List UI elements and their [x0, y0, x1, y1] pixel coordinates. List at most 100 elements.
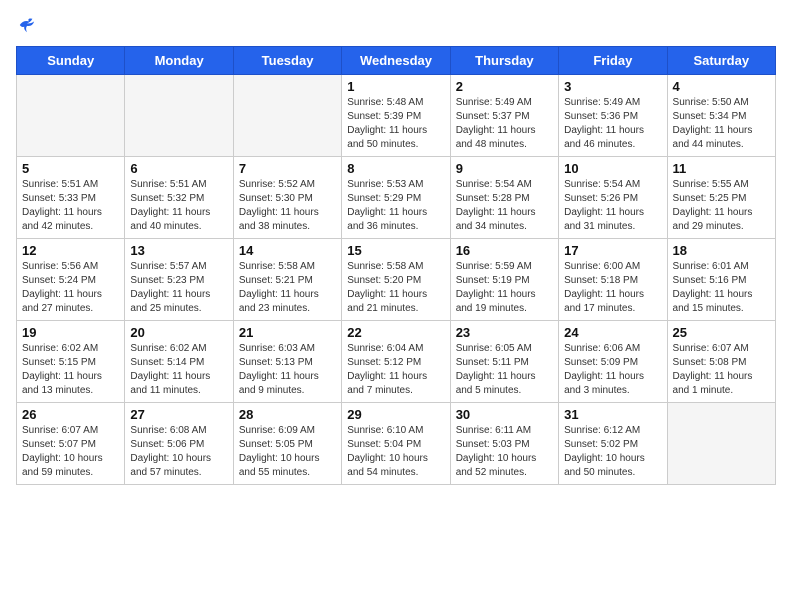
logo-bird-icon — [18, 16, 36, 34]
day-number: 1 — [347, 79, 444, 94]
calendar-cell: 12 Sunrise: 5:56 AM Sunset: 5:24 PM Dayli… — [17, 239, 125, 321]
day-info: Sunrise: 5:54 AM Sunset: 5:26 PM Dayligh… — [564, 178, 661, 234]
calendar-cell: 30Sunrise: 6:11 AM Sunset: 5:03 PM Dayli… — [450, 403, 558, 485]
day-info: Sunrise: 6:10 AM Sunset: 5:04 PM Dayligh… — [347, 424, 444, 480]
calendar-cell: 18 Sunrise: 6:01 AM Sunset: 5:16 PM Dayli… — [667, 239, 775, 321]
day-info: Sunrise: 5:50 AM Sunset: 5:34 PM Dayligh… — [673, 96, 770, 152]
day-number: 11 — [673, 161, 770, 176]
calendar-cell: 16 Sunrise: 5:59 AM Sunset: 5:19 PM Dayli… — [450, 239, 558, 321]
day-number: 16 — [456, 243, 553, 258]
calendar-week-row: 5 Sunrise: 5:51 AM Sunset: 5:33 PM Daylig… — [17, 157, 776, 239]
day-number: 19 — [22, 325, 119, 340]
day-info: Sunrise: 5:49 AM Sunset: 5:37 PM Dayligh… — [456, 96, 553, 152]
weekday-header-monday: Monday — [125, 47, 233, 75]
calendar-cell: 10Sunrise: 5:54 AM Sunset: 5:26 PM Dayli… — [559, 157, 667, 239]
day-info: Sunrise: 5:57 AM Sunset: 5:23 PM Dayligh… — [130, 260, 227, 316]
weekday-header-tuesday: Tuesday — [233, 47, 341, 75]
day-info: Sunrise: 6:00 AM Sunset: 5:18 PM Dayligh… — [564, 260, 661, 316]
day-number: 15 — [347, 243, 444, 258]
calendar-cell: 6 Sunrise: 5:51 AM Sunset: 5:32 PM Daylig… — [125, 157, 233, 239]
day-number: 8 — [347, 161, 444, 176]
day-info: Sunrise: 6:02 AM Sunset: 5:15 PM Dayligh… — [22, 342, 119, 398]
day-number: 13 — [130, 243, 227, 258]
day-number: 5 — [22, 161, 119, 176]
calendar-cell: 4 Sunrise: 5:50 AM Sunset: 5:34 PM Daylig… — [667, 75, 775, 157]
calendar-cell: 24 Sunrise: 6:06 AM Sunset: 5:09 PM Dayli… — [559, 321, 667, 403]
day-info: Sunrise: 5:53 AM Sunset: 5:29 PM Dayligh… — [347, 178, 444, 234]
calendar-cell — [667, 403, 775, 485]
day-number: 24 — [564, 325, 661, 340]
day-number: 12 — [22, 243, 119, 258]
calendar-week-row: 1 Sunrise: 5:48 AM Sunset: 5:39 PM Daylig… — [17, 75, 776, 157]
calendar-cell: 7 Sunrise: 5:52 AM Sunset: 5:30 PM Daylig… — [233, 157, 341, 239]
day-info: Sunrise: 5:56 AM Sunset: 5:24 PM Dayligh… — [22, 260, 119, 316]
day-number: 18 — [673, 243, 770, 258]
day-info: Sunrise: 6:06 AM Sunset: 5:09 PM Dayligh… — [564, 342, 661, 398]
day-info: Sunrise: 5:55 AM Sunset: 5:25 PM Dayligh… — [673, 178, 770, 234]
day-info: Sunrise: 6:02 AM Sunset: 5:14 PM Dayligh… — [130, 342, 227, 398]
calendar-cell — [233, 75, 341, 157]
calendar-cell: 20 Sunrise: 6:02 AM Sunset: 5:14 PM Dayli… — [125, 321, 233, 403]
weekday-header-thursday: Thursday — [450, 47, 558, 75]
day-info: Sunrise: 6:05 AM Sunset: 5:11 PM Dayligh… — [456, 342, 553, 398]
day-number: 14 — [239, 243, 336, 258]
calendar-cell: 23Sunrise: 6:05 AM Sunset: 5:11 PM Dayli… — [450, 321, 558, 403]
calendar-cell — [17, 75, 125, 157]
calendar-cell: 26 Sunrise: 6:07 AM Sunset: 5:07 PM Dayli… — [17, 403, 125, 485]
day-info: Sunrise: 5:54 AM Sunset: 5:28 PM Dayligh… — [456, 178, 553, 234]
calendar-cell: 31 Sunrise: 6:12 AM Sunset: 5:02 PM Dayli… — [559, 403, 667, 485]
calendar-cell: 2 Sunrise: 5:49 AM Sunset: 5:37 PM Daylig… — [450, 75, 558, 157]
day-number: 7 — [239, 161, 336, 176]
calendar-cell: 9 Sunrise: 5:54 AM Sunset: 5:28 PM Daylig… — [450, 157, 558, 239]
day-info: Sunrise: 6:11 AM Sunset: 5:03 PM Dayligh… — [456, 424, 553, 480]
day-number: 27 — [130, 407, 227, 422]
day-info: Sunrise: 5:59 AM Sunset: 5:19 PM Dayligh… — [456, 260, 553, 316]
day-number: 4 — [673, 79, 770, 94]
day-number: 6 — [130, 161, 227, 176]
calendar-cell: 25 Sunrise: 6:07 AM Sunset: 5:08 PM Dayli… — [667, 321, 775, 403]
calendar-cell: 13 Sunrise: 5:57 AM Sunset: 5:23 PM Dayli… — [125, 239, 233, 321]
day-number: 29 — [347, 407, 444, 422]
day-info: Sunrise: 5:58 AM Sunset: 5:20 PM Dayligh… — [347, 260, 444, 316]
calendar-cell: 19 Sunrise: 6:02 AM Sunset: 5:15 PM Dayli… — [17, 321, 125, 403]
calendar-cell: 28 Sunrise: 6:09 AM Sunset: 5:05 PM Dayli… — [233, 403, 341, 485]
day-info: Sunrise: 5:51 AM Sunset: 5:32 PM Dayligh… — [130, 178, 227, 234]
logo — [16, 16, 36, 34]
day-number: 28 — [239, 407, 336, 422]
day-info: Sunrise: 6:07 AM Sunset: 5:07 PM Dayligh… — [22, 424, 119, 480]
day-info: Sunrise: 6:04 AM Sunset: 5:12 PM Dayligh… — [347, 342, 444, 398]
calendar-cell — [125, 75, 233, 157]
weekday-header-saturday: Saturday — [667, 47, 775, 75]
calendar-week-row: 26 Sunrise: 6:07 AM Sunset: 5:07 PM Dayli… — [17, 403, 776, 485]
day-number: 17 — [564, 243, 661, 258]
day-info: Sunrise: 5:51 AM Sunset: 5:33 PM Dayligh… — [22, 178, 119, 234]
calendar-cell: 8 Sunrise: 5:53 AM Sunset: 5:29 PM Daylig… — [342, 157, 450, 239]
day-number: 2 — [456, 79, 553, 94]
day-number: 25 — [673, 325, 770, 340]
day-info: Sunrise: 6:12 AM Sunset: 5:02 PM Dayligh… — [564, 424, 661, 480]
day-info: Sunrise: 5:49 AM Sunset: 5:36 PM Dayligh… — [564, 96, 661, 152]
day-number: 31 — [564, 407, 661, 422]
calendar-week-row: 19 Sunrise: 6:02 AM Sunset: 5:15 PM Dayli… — [17, 321, 776, 403]
weekday-header-row: SundayMondayTuesdayWednesdayThursdayFrid… — [17, 47, 776, 75]
day-number: 3 — [564, 79, 661, 94]
calendar-cell: 5 Sunrise: 5:51 AM Sunset: 5:33 PM Daylig… — [17, 157, 125, 239]
day-info: Sunrise: 5:48 AM Sunset: 5:39 PM Dayligh… — [347, 96, 444, 152]
weekday-header-friday: Friday — [559, 47, 667, 75]
day-info: Sunrise: 6:08 AM Sunset: 5:06 PM Dayligh… — [130, 424, 227, 480]
day-info: Sunrise: 6:09 AM Sunset: 5:05 PM Dayligh… — [239, 424, 336, 480]
day-number: 21 — [239, 325, 336, 340]
day-info: Sunrise: 6:01 AM Sunset: 5:16 PM Dayligh… — [673, 260, 770, 316]
day-number: 9 — [456, 161, 553, 176]
calendar-cell: 27 Sunrise: 6:08 AM Sunset: 5:06 PM Dayli… — [125, 403, 233, 485]
day-info: Sunrise: 6:07 AM Sunset: 5:08 PM Dayligh… — [673, 342, 770, 398]
weekday-header-wednesday: Wednesday — [342, 47, 450, 75]
day-number: 26 — [22, 407, 119, 422]
calendar-table: SundayMondayTuesdayWednesdayThursdayFrid… — [16, 46, 776, 485]
calendar-cell: 22Sunrise: 6:04 AM Sunset: 5:12 PM Dayli… — [342, 321, 450, 403]
day-info: Sunrise: 5:52 AM Sunset: 5:30 PM Dayligh… — [239, 178, 336, 234]
day-info: Sunrise: 5:58 AM Sunset: 5:21 PM Dayligh… — [239, 260, 336, 316]
calendar-cell: 17 Sunrise: 6:00 AM Sunset: 5:18 PM Dayli… — [559, 239, 667, 321]
day-number: 20 — [130, 325, 227, 340]
calendar-cell: 29 Sunrise: 6:10 AM Sunset: 5:04 PM Dayli… — [342, 403, 450, 485]
